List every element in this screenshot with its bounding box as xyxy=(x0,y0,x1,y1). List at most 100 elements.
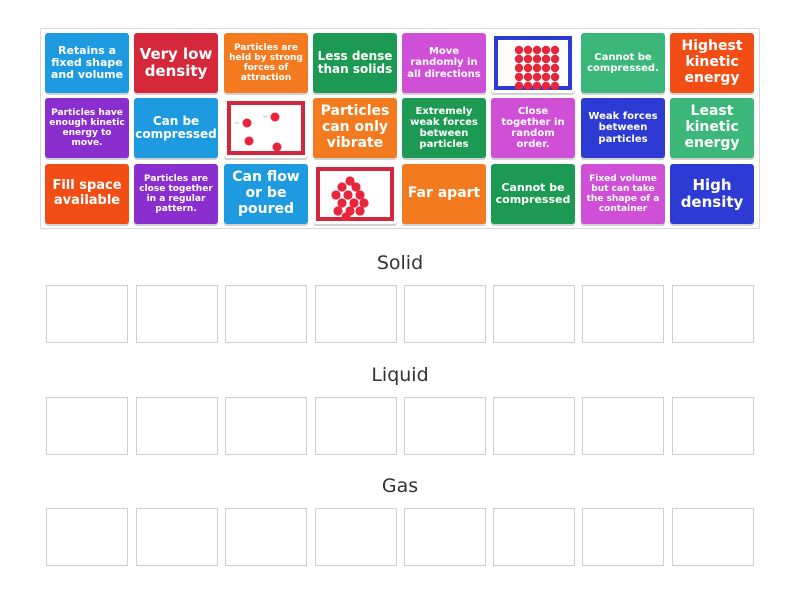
card-label: Extremely weak forces between particles xyxy=(410,105,478,151)
particle xyxy=(550,72,560,82)
image-frame xyxy=(494,36,572,90)
particle xyxy=(532,45,542,55)
drop-slot-liquid[interactable] xyxy=(46,397,128,455)
particle xyxy=(337,198,347,208)
card-label: Less dense than solids xyxy=(317,48,393,76)
card-close-together-in-random-order[interactable]: Close together in random order. xyxy=(491,98,575,158)
particle xyxy=(514,63,524,73)
drop-slot-gas[interactable] xyxy=(225,508,307,566)
drop-slot-gas[interactable] xyxy=(315,508,397,566)
particle xyxy=(343,190,353,200)
drop-slot-liquid[interactable] xyxy=(225,397,307,455)
solid-particles-icon xyxy=(514,45,560,90)
particle xyxy=(349,198,359,208)
card-least-kinetic-energy[interactable]: Least kinetic energy xyxy=(670,98,754,158)
particle xyxy=(514,81,524,90)
card-particles-have-enough-kinetic-energy-to-[interactable]: Particles have enough kinetic energy to … xyxy=(45,98,129,158)
liquid-particles-icon xyxy=(331,176,369,221)
card-liquid-particles[interactable] xyxy=(313,164,397,224)
drop-slot-solid[interactable] xyxy=(672,285,754,343)
card-far-apart[interactable]: Far apart xyxy=(402,164,486,224)
particle xyxy=(514,72,524,82)
particle xyxy=(541,72,551,82)
particle xyxy=(550,45,560,55)
card-label: Far apart xyxy=(407,185,481,202)
particle xyxy=(270,112,280,122)
card-extremely-weak-forces-between-particles[interactable]: Extremely weak forces between particles xyxy=(402,98,486,158)
card-label: Particles are held by strong forces of a… xyxy=(229,42,303,84)
card-very-low-density[interactable]: Very low density xyxy=(134,33,218,93)
drop-slot-liquid[interactable] xyxy=(582,397,664,455)
particle xyxy=(532,72,542,82)
drop-slot-gas[interactable] xyxy=(672,508,754,566)
card-label: Retains a fixed shape and volume xyxy=(50,43,124,82)
card-fixed-volume-but-can-take-the-shape-of-a[interactable]: Fixed volume but can take the shape of a… xyxy=(581,164,665,224)
card-label: Weak forces between particles xyxy=(588,111,658,145)
drop-slot-gas[interactable] xyxy=(582,508,664,566)
particle xyxy=(514,45,524,55)
card-weak-forces-between-particles[interactable]: Weak forces between particles xyxy=(581,98,665,158)
drop-slot-solid[interactable] xyxy=(404,285,486,343)
drop-slot-liquid[interactable] xyxy=(672,397,754,455)
card-label: Particles are close together in a regula… xyxy=(139,173,213,215)
card-highest-kinetic-energy[interactable]: Highest kinetic energy xyxy=(670,33,754,93)
card-label: Fill space available xyxy=(52,178,122,208)
card-solid-particles[interactable] xyxy=(491,33,575,93)
drop-slot-gas[interactable] xyxy=(136,508,218,566)
particle xyxy=(550,54,560,64)
drop-slot-solid[interactable] xyxy=(582,285,664,343)
card-cannot-be-compressed[interactable]: Cannot be compressed. xyxy=(581,33,665,93)
card-particles-can-only-vibrate[interactable]: Particles can only vibrate xyxy=(313,98,397,158)
group-title-liquid: Liquid xyxy=(371,364,429,386)
drop-slot-solid[interactable] xyxy=(493,285,575,343)
drop-slot-liquid[interactable] xyxy=(315,397,397,455)
card-gas-particles[interactable] xyxy=(224,98,308,158)
particle xyxy=(541,54,551,64)
particle xyxy=(523,63,533,73)
drop-slot-liquid[interactable] xyxy=(493,397,575,455)
card-cannot-be-compressed[interactable]: Cannot be compressed xyxy=(491,164,575,224)
gas-particles-icon xyxy=(235,112,282,152)
drop-slot-gas[interactable] xyxy=(46,508,128,566)
group-title-gas: Gas xyxy=(381,475,419,497)
drop-slot-gas[interactable] xyxy=(404,508,486,566)
card-particles-are-close-together-in-a-regula[interactable]: Particles are close together in a regula… xyxy=(134,164,218,224)
card-retains-a-fixed-shape-and-volume[interactable]: Retains a fixed shape and volume xyxy=(45,33,129,93)
card-label: Cannot be compressed xyxy=(495,180,571,206)
particle xyxy=(532,81,542,90)
particle xyxy=(532,63,542,73)
drop-slot-solid[interactable] xyxy=(315,285,397,343)
particle xyxy=(541,81,551,90)
card-move-randomly-in-all-directions[interactable]: Move randomly in all directions xyxy=(402,33,486,93)
card-label: Close together in random order. xyxy=(501,105,565,151)
particle xyxy=(523,81,533,90)
drop-slot-liquid[interactable] xyxy=(136,397,218,455)
image-frame xyxy=(316,167,394,221)
card-label: Particles have enough kinetic energy to … xyxy=(49,107,125,149)
drop-slot-gas[interactable] xyxy=(493,508,575,566)
drop-slot-liquid[interactable] xyxy=(404,397,486,455)
group-title-solid: Solid xyxy=(376,252,424,274)
particle xyxy=(550,63,560,73)
particle xyxy=(514,54,524,64)
card-less-dense-than-solids[interactable]: Less dense than solids xyxy=(313,33,397,93)
particle xyxy=(242,118,252,128)
particle xyxy=(532,54,542,64)
particle xyxy=(355,206,365,216)
drop-slot-solid[interactable] xyxy=(136,285,218,343)
card-high-density[interactable]: High density xyxy=(670,164,754,224)
card-particles-are-held-by-strong-forces-of-a[interactable]: Particles are held by strong forces of a… xyxy=(224,33,308,93)
card-label: Move randomly in all directions xyxy=(407,46,481,80)
card-fill-space-available[interactable]: Fill space available xyxy=(45,164,129,224)
drop-slot-solid[interactable] xyxy=(46,285,128,343)
card-label: Cannot be compressed. xyxy=(587,51,659,74)
card-can-flow-or-be-poured[interactable]: Can flow or be poured xyxy=(224,164,308,224)
card-label: Least kinetic energy xyxy=(684,103,740,151)
card-can-be-compressed[interactable]: Can be compressed xyxy=(134,98,218,158)
drop-slot-solid[interactable] xyxy=(225,285,307,343)
particle xyxy=(550,81,560,90)
particle xyxy=(541,45,551,55)
particle xyxy=(337,182,347,192)
particle xyxy=(244,136,254,146)
particle xyxy=(359,198,369,208)
